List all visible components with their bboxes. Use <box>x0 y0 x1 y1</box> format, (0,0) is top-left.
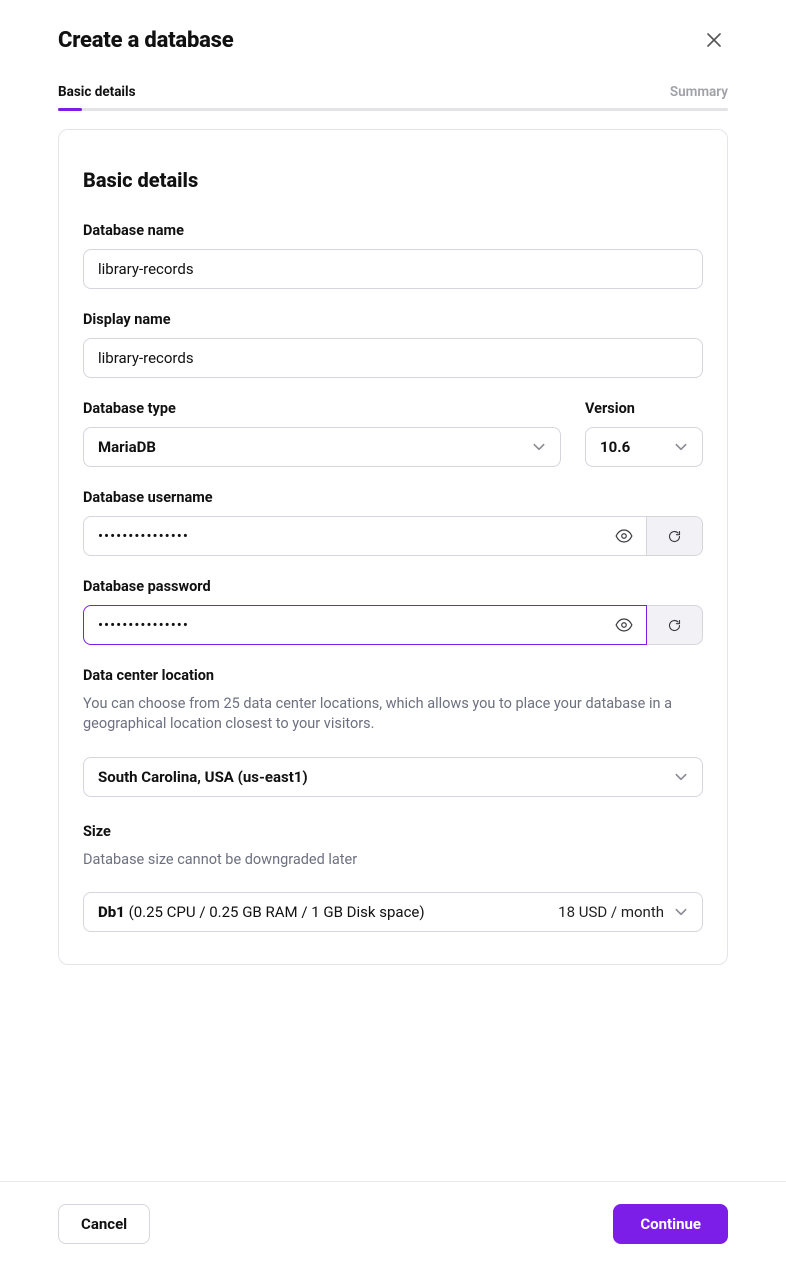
section-title: Basic details <box>83 168 703 192</box>
version-label: Version <box>585 400 703 417</box>
size-label: Size <box>83 823 703 840</box>
stepper: Basic details Summary <box>58 84 728 100</box>
size-spec: (0.25 CPU / 0.25 GB RAM / 1 GB Disk spac… <box>129 903 425 921</box>
display-name-input[interactable] <box>83 338 703 378</box>
database-username-label: Database username <box>83 489 703 506</box>
regenerate-username-button[interactable] <box>647 516 703 556</box>
reveal-username-button[interactable] <box>611 523 637 549</box>
database-password-label: Database password <box>83 578 703 595</box>
step-basic-details: Basic details <box>58 84 136 100</box>
database-type-value: MariaDB <box>98 438 156 456</box>
size-help: Database size cannot be downgraded later <box>83 850 703 870</box>
size-plan: Db1 <box>98 903 125 921</box>
database-name-input[interactable] <box>83 249 703 289</box>
regenerate-password-button[interactable] <box>647 605 703 645</box>
location-select[interactable]: South Carolina, USA (us-east1) <box>83 757 703 797</box>
continue-button[interactable]: Continue <box>613 1204 728 1244</box>
reveal-password-button[interactable] <box>611 612 637 638</box>
eye-icon <box>615 616 633 634</box>
location-value: South Carolina, USA (us-east1) <box>98 768 308 786</box>
progress-bar <box>58 108 728 111</box>
database-type-select[interactable]: MariaDB <box>83 427 561 467</box>
chevron-down-icon <box>674 905 688 919</box>
database-type-label: Database type <box>83 400 561 417</box>
basic-details-card: Basic details Database name Display name… <box>58 129 728 965</box>
step-summary: Summary <box>670 84 728 100</box>
database-username-input[interactable] <box>83 516 647 556</box>
size-price: 18 USD / month <box>558 903 664 921</box>
database-password-input[interactable] <box>83 605 647 645</box>
close-icon <box>707 33 721 47</box>
refresh-icon <box>667 618 682 633</box>
version-select[interactable]: 10.6 <box>585 427 703 467</box>
version-value: 10.6 <box>600 438 630 456</box>
footer: Cancel Continue <box>0 1181 786 1266</box>
cancel-button[interactable]: Cancel <box>58 1204 150 1244</box>
chevron-down-icon <box>674 770 688 784</box>
close-button[interactable] <box>700 26 728 54</box>
location-label: Data center location <box>83 667 703 684</box>
eye-icon <box>615 527 633 545</box>
size-select[interactable]: Db1 (0.25 CPU / 0.25 GB RAM / 1 GB Disk … <box>83 892 703 932</box>
chevron-down-icon <box>532 440 546 454</box>
location-help: You can choose from 25 data center locat… <box>83 694 703 735</box>
page-title: Create a database <box>58 28 234 53</box>
display-name-label: Display name <box>83 311 703 328</box>
database-name-label: Database name <box>83 222 703 239</box>
refresh-icon <box>667 529 682 544</box>
chevron-down-icon <box>674 440 688 454</box>
